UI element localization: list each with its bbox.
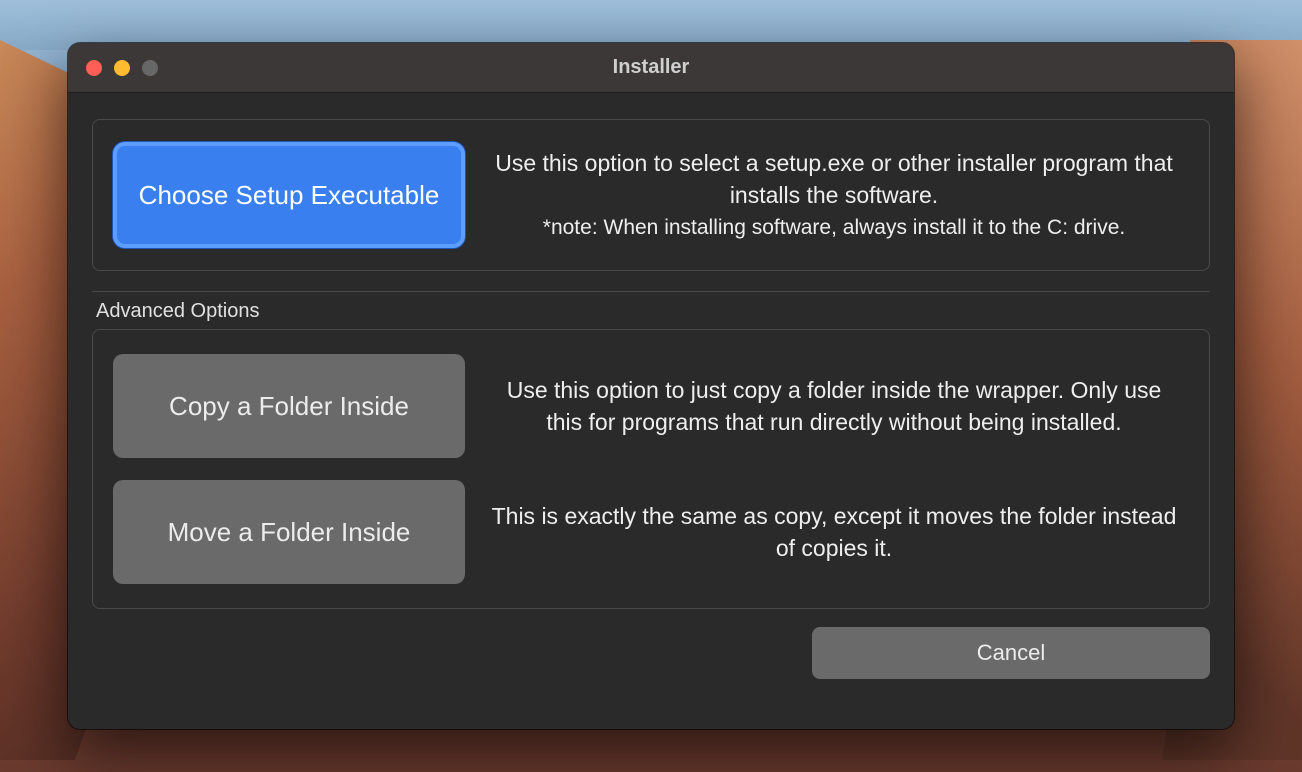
primary-desc-text: Use this option to select a setup.exe or… [495,150,1173,208]
choose-setup-executable-button[interactable]: Choose Setup Executable [113,142,465,248]
installer-window: Installer Choose Setup Executable Use th… [68,43,1234,729]
close-window-button[interactable] [86,60,102,76]
section-divider [92,291,1210,292]
move-folder-description: This is exactly the same as copy, except… [489,500,1189,564]
cancel-button[interactable]: Cancel [812,627,1210,679]
move-folder-row: Move a Folder Inside This is exactly the… [113,480,1189,584]
advanced-options-group: Copy a Folder Inside Use this option to … [92,329,1210,609]
window-title: Installer [68,56,1234,79]
dialog-footer: Cancel [92,627,1210,679]
minimize-window-button[interactable] [114,60,130,76]
copy-folder-description: Use this option to just copy a folder in… [489,374,1189,438]
primary-option-description: Use this option to select a setup.exe or… [489,147,1189,243]
copy-folder-inside-button[interactable]: Copy a Folder Inside [113,354,465,458]
advanced-options-label: Advanced Options [92,300,1210,323]
primary-option-group: Choose Setup Executable Use this option … [92,119,1210,271]
primary-note-text: *note: When installing software, always … [489,213,1179,242]
window-controls [68,60,158,76]
maximize-window-button[interactable] [142,60,158,76]
window-titlebar: Installer [68,43,1234,93]
copy-folder-row: Copy a Folder Inside Use this option to … [113,354,1189,458]
move-folder-inside-button[interactable]: Move a Folder Inside [113,480,465,584]
window-body: Choose Setup Executable Use this option … [68,93,1234,729]
